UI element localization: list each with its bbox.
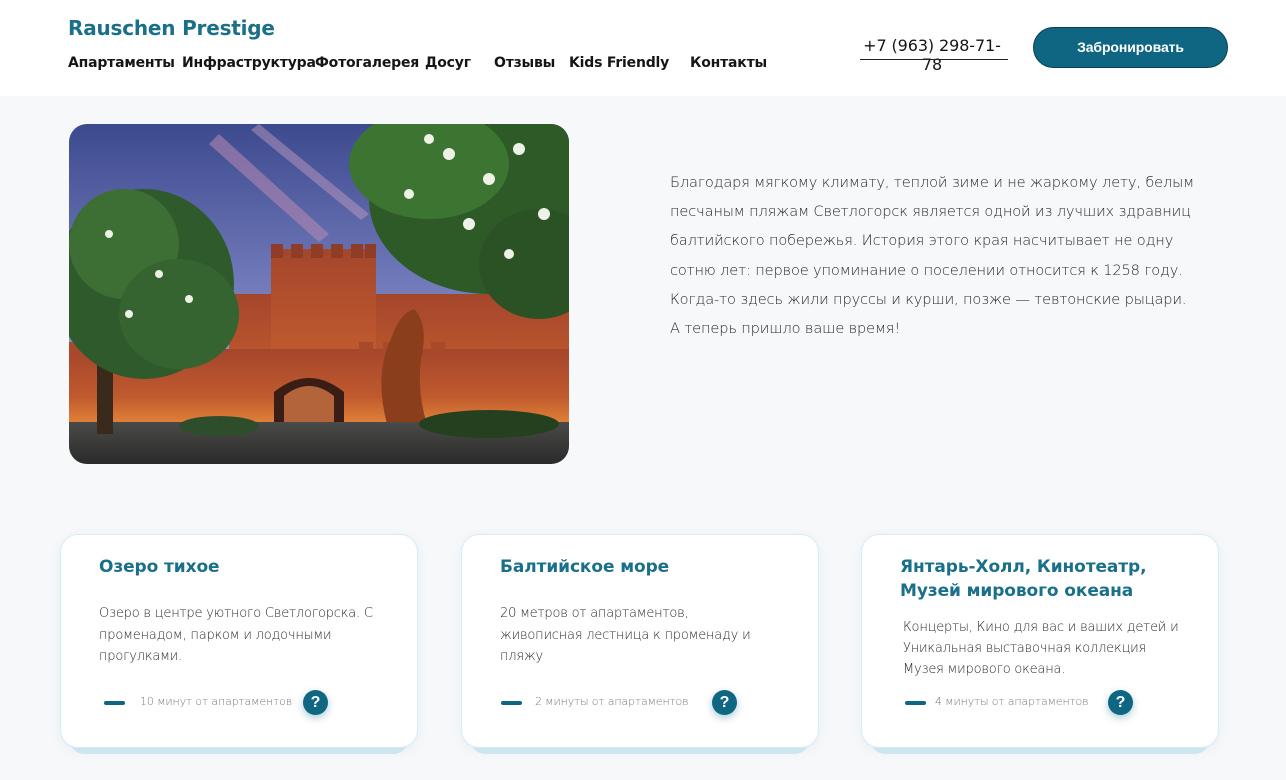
intro-line: сотню лет: первое упоминание о поселении… [670, 261, 1183, 279]
intro-text: Благодаря мягкому климату, теплой зиме и… [670, 168, 1200, 343]
card-sea: Балтийское море 20 метров от апартаменто… [461, 534, 819, 754]
phone-underline [860, 59, 1008, 60]
nav-item-infrastructure[interactable]: Инфраструктура [182, 55, 316, 71]
dash-icon [905, 701, 926, 705]
nav-item-reviews[interactable]: Отзывы [494, 55, 555, 71]
card-text: Озеро в центре уютного Светлогорска. С п… [99, 606, 373, 664]
card-amber-hall: Янтарь-Холл, Кинотеатр, Музей мирового о… [861, 534, 1219, 754]
nav-item-leisure[interactable]: Досуг [425, 55, 471, 71]
card-distance: 10 минут от апартаментов [140, 695, 293, 708]
card-text: 20 метров от апартаментов, живописная ле… [500, 606, 751, 664]
intro-line: Когда-то здесь жили пруссы и курши, позж… [670, 290, 1187, 308]
card-text: Концерты, Кино для вас и ваших детей и У… [903, 620, 1179, 677]
dash-icon [501, 701, 522, 705]
intro-line: балтийского побережья. История этого кра… [670, 232, 1174, 250]
help-icon[interactable]: ? [712, 690, 737, 715]
intro-line: А теперь пришло ваше время! [670, 320, 901, 338]
nav-item-apartments[interactable]: Апартаменты [68, 55, 175, 71]
nav-item-kids-friendly[interactable]: Kids Friendly [569, 55, 669, 71]
phone-link[interactable]: +7 (963) 298-71-78 [856, 36, 1008, 74]
dash-icon [104, 701, 125, 705]
logo[interactable]: Rauschen Prestige [68, 16, 275, 40]
help-icon[interactable]: ? [1108, 690, 1133, 715]
castle-photo [69, 124, 569, 464]
card-title: Балтийское море [500, 557, 670, 577]
intro-line: Благодаря мягкому климату, теплой зиме и… [670, 174, 1195, 191]
card-lake: Озеро тихое Озеро в центре уютного Светл… [60, 534, 418, 754]
nav-item-contacts[interactable]: Контакты [690, 55, 767, 71]
book-button[interactable]: Забронировать [1033, 27, 1228, 68]
card-distance: 2 минуты от апартаментов [535, 695, 689, 708]
card-title: Озеро тихое [99, 557, 220, 577]
site-header: Rauschen Prestige Апартаменты Инфраструк… [0, 0, 1286, 96]
nav-item-gallery[interactable]: Фотогалерея [315, 55, 419, 71]
card-distance: 4 минуты от апартаментов [935, 695, 1089, 708]
intro-line: песчаным пляжам Светлогорск является одн… [670, 203, 1191, 221]
help-icon[interactable]: ? [303, 690, 328, 715]
card-title: Янтарь-Холл, Кинотеатр, Музей мирового о… [900, 557, 1147, 601]
